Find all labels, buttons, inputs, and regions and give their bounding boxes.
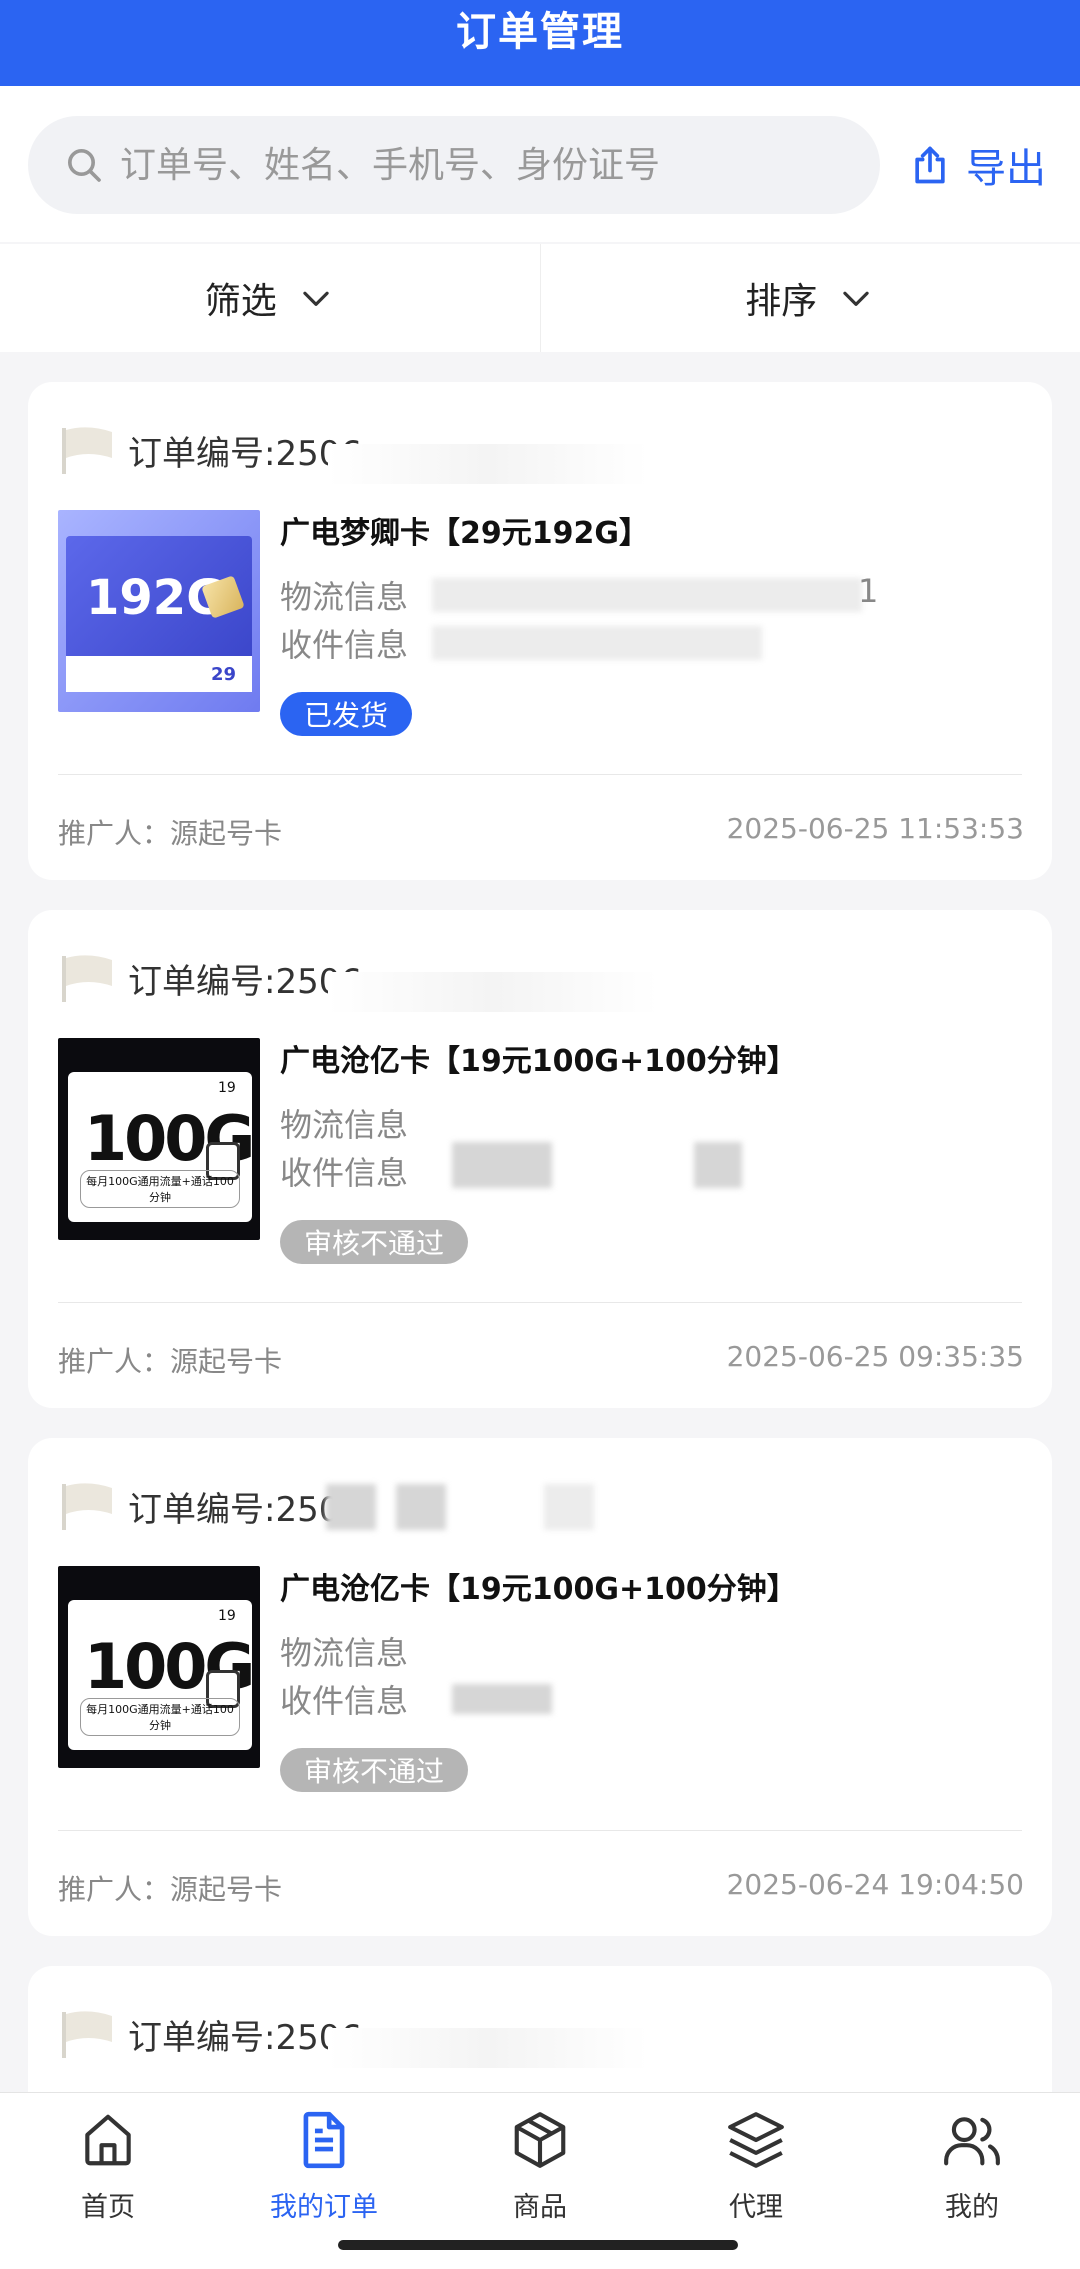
filter-bar: 筛选 排序 xyxy=(0,244,1080,352)
logistics-value-hint: 1 xyxy=(858,572,878,610)
home-icon xyxy=(77,2109,139,2171)
thumb-caption: 每月100G通用流量+通话100分钟 xyxy=(80,1698,240,1736)
share-icon xyxy=(908,143,952,187)
redacted-logistics xyxy=(432,578,862,612)
redacted-recipient xyxy=(452,1684,552,1714)
order-number: 订单编号:250 xyxy=(128,1482,340,1531)
order-number-row: 订单编号:2506 xyxy=(58,424,362,476)
search-input[interactable] xyxy=(118,144,862,187)
divider xyxy=(58,1830,1022,1831)
tab-label: 商品 xyxy=(432,2185,648,2224)
thumb-price: 19 xyxy=(218,1608,236,1624)
search-box[interactable] xyxy=(28,116,880,214)
divider xyxy=(58,774,1022,775)
redacted-recipient xyxy=(694,1142,742,1188)
product-title: 广电沧亿卡【19元100G+100分钟】 xyxy=(280,1036,797,1080)
search-bar: 导出 xyxy=(0,86,1080,242)
order-card[interactable]: 订单编号:2506 19 100G 每月100G通用流量+通话100分钟 广电沧… xyxy=(28,910,1052,1408)
home-indicator xyxy=(338,2240,738,2250)
status-badge: 已发货 xyxy=(280,692,412,736)
redacted-order-number xyxy=(328,2028,648,2068)
tab-label: 代理 xyxy=(648,2185,864,2224)
sort-label: 排序 xyxy=(745,272,817,324)
product-image: 19 100G 每月100G通用流量+通话100分钟 xyxy=(58,1038,260,1240)
recipient-label: 收件信息 xyxy=(280,1148,408,1194)
order-number-row: 订单编号:250 xyxy=(58,1480,340,1532)
sort-button[interactable]: 排序 xyxy=(540,244,1080,352)
order-time: 2025-06-24 19:04:50 xyxy=(727,1868,1024,1901)
product-image: 192G 29 xyxy=(58,510,260,712)
flag-icon xyxy=(58,424,116,476)
product-image: 19 100G 每月100G通用流量+通话100分钟 xyxy=(58,1566,260,1768)
promoter: 推广人：源起号卡 xyxy=(58,1340,282,1380)
logistics-label: 物流信息 xyxy=(280,572,408,618)
status-badge: 审核不通过 xyxy=(280,1748,468,1792)
document-icon xyxy=(293,2109,355,2171)
order-number-row: 订单编号:2506 xyxy=(58,2008,362,2060)
order-number: 订单编号:2506 xyxy=(128,426,362,475)
tab-mine[interactable]: 我的 xyxy=(864,2093,1080,2269)
page-title: 订单管理 xyxy=(456,0,624,57)
redacted-order-number xyxy=(544,1484,594,1530)
order-number-row: 订单编号:2506 xyxy=(58,952,362,1004)
divider xyxy=(58,1302,1022,1303)
filter-label: 筛选 xyxy=(205,272,277,324)
logistics-label: 物流信息 xyxy=(280,1100,408,1146)
thumb-price: 19 xyxy=(218,1080,236,1096)
app-header: 订单管理 xyxy=(0,0,1080,86)
redacted-recipient xyxy=(432,626,762,660)
chevron-down-icon xyxy=(837,279,875,317)
redacted-order-number xyxy=(396,1484,446,1530)
redacted-order-number xyxy=(326,1484,376,1530)
chevron-down-icon xyxy=(297,279,335,317)
order-number: 订单编号:2506 xyxy=(128,2010,362,2059)
flag-icon xyxy=(58,1480,116,1532)
recipient-label: 收件信息 xyxy=(280,1676,408,1722)
order-card[interactable]: 订单编号:2506 192G 29 广电梦卿卡【29元192G】 物流信息 1 … xyxy=(28,382,1052,880)
tab-label: 首页 xyxy=(0,2185,216,2224)
promoter: 推广人：源起号卡 xyxy=(58,812,282,852)
users-icon xyxy=(941,2109,1003,2171)
export-label: 导出 xyxy=(966,136,1046,194)
search-icon xyxy=(64,145,104,185)
flag-icon xyxy=(58,2008,116,2060)
flag-icon xyxy=(58,952,116,1004)
thumb-price: 29 xyxy=(66,656,252,692)
logistics-label: 物流信息 xyxy=(280,1628,408,1674)
layers-icon xyxy=(725,2109,787,2171)
product-title: 广电沧亿卡【19元100G+100分钟】 xyxy=(280,1564,797,1608)
thumb-caption: 每月100G通用流量+通话100分钟 xyxy=(80,1170,240,1208)
filter-button[interactable]: 筛选 xyxy=(0,244,540,352)
redacted-recipient xyxy=(452,1142,552,1188)
product-title: 广电梦卿卡【29元192G】 xyxy=(280,508,649,552)
recipient-label: 收件信息 xyxy=(280,620,408,666)
status-badge: 审核不通过 xyxy=(280,1220,468,1264)
box-icon xyxy=(509,2109,571,2171)
order-time: 2025-06-25 11:53:53 xyxy=(727,812,1024,845)
tab-label: 我的订单 xyxy=(216,2185,432,2224)
tab-label: 我的 xyxy=(864,2185,1080,2224)
order-card[interactable]: 订单编号:250 19 100G 每月100G通用流量+通话100分钟 广电沧亿… xyxy=(28,1438,1052,1936)
order-time: 2025-06-25 09:35:35 xyxy=(727,1340,1024,1373)
redacted-order-number xyxy=(328,972,658,1012)
redacted-order-number xyxy=(328,444,648,484)
tab-home[interactable]: 首页 xyxy=(0,2093,216,2269)
promoter: 推广人：源起号卡 xyxy=(58,1868,282,1908)
order-number: 订单编号:2506 xyxy=(128,954,362,1003)
export-button[interactable]: 导出 xyxy=(908,138,1046,192)
